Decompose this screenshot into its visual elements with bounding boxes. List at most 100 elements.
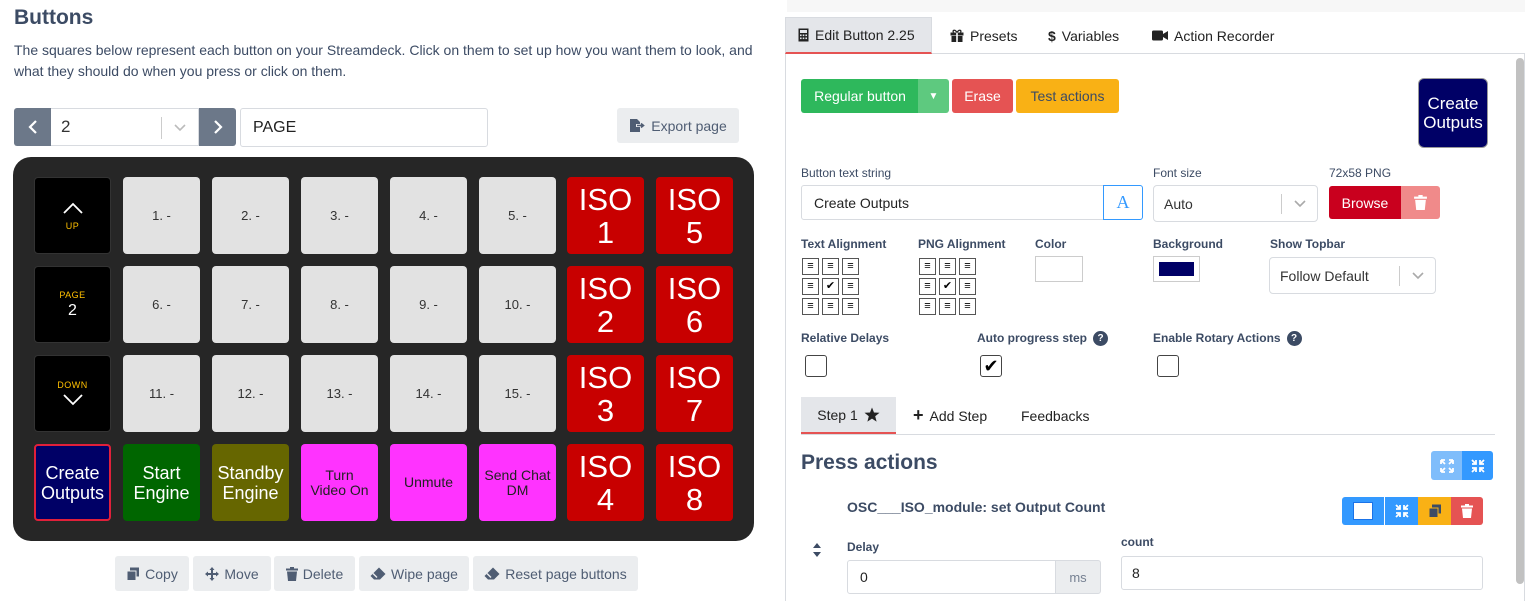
grid-key-3[interactable]: 3. - <box>301 177 378 254</box>
wipe-page-button[interactable]: Wipe page <box>359 556 469 591</box>
erase-button[interactable]: Erase <box>952 79 1013 113</box>
delete-button[interactable]: Delete <box>274 556 355 591</box>
iso-1-key[interactable]: ISO 1 <box>567 177 644 254</box>
help-icon[interactable]: ? <box>1093 331 1109 347</box>
grid-key-4[interactable]: 4. - <box>390 177 467 254</box>
send-chat-dm-key[interactable]: Send Chat DM <box>479 444 556 521</box>
trash-icon[interactable] <box>1451 497 1483 525</box>
caret-down-icon[interactable]: ▼ <box>918 79 949 113</box>
background-color-swatch[interactable] <box>1153 256 1200 282</box>
grid-key-13[interactable]: 13. - <box>301 355 378 432</box>
auto-progress-checkbox[interactable]: ✔ <box>980 355 1002 377</box>
iso-6-key[interactable]: ISO 6 <box>656 266 733 343</box>
grid-key-15[interactable]: 15. - <box>479 355 556 432</box>
tab-variables[interactable]: $ Variables <box>1036 17 1131 54</box>
expand-icon[interactable] <box>1431 451 1462 480</box>
align-left-icon[interactable]: ≡ <box>802 258 819 275</box>
compress-icon[interactable] <box>1385 497 1418 525</box>
show-topbar-select[interactable]: Follow Default <box>1269 257 1436 294</box>
align-center-icon[interactable]: ≡ <box>939 298 956 315</box>
align-center-icon[interactable]: ≡ <box>822 298 839 315</box>
create-outputs-key[interactable]: Create Outputs <box>34 444 111 521</box>
align-left-icon[interactable]: ≡ <box>919 278 936 295</box>
align-left-icon[interactable]: ≡ <box>802 278 819 295</box>
iso-3-key[interactable]: ISO 3 <box>567 355 644 432</box>
iso-5-key[interactable]: ISO 5 <box>656 177 733 254</box>
grid-key-6[interactable]: 6. - <box>123 266 200 343</box>
rotary-checkbox[interactable] <box>1157 355 1179 377</box>
text-format-icon[interactable]: A <box>1103 185 1143 220</box>
align-right-icon[interactable]: ≡ <box>842 298 859 315</box>
iso-7-key[interactable]: ISO 7 <box>656 355 733 432</box>
copy-button[interactable]: Copy <box>115 556 189 591</box>
iso-8-key[interactable]: ISO 8 <box>656 444 733 521</box>
check-icon[interactable]: ✔ <box>822 278 839 295</box>
next-page-button[interactable] <box>199 108 236 146</box>
align-right-icon[interactable]: ≡ <box>842 278 859 295</box>
delay-input[interactable] <box>847 560 1056 594</box>
text-color-swatch[interactable] <box>1035 256 1083 282</box>
show-topbar-label: Show Topbar <box>1270 237 1346 251</box>
reset-page-buttons-button[interactable]: Reset page buttons <box>473 556 638 591</box>
align-right-icon[interactable]: ≡ <box>959 278 976 295</box>
grid-key-11[interactable]: 11. - <box>123 355 200 432</box>
trash-icon[interactable] <box>1401 186 1440 219</box>
iso-key-number: 3 <box>596 392 615 428</box>
test-actions-button[interactable]: Test actions <box>1016 79 1119 113</box>
grid-key-10[interactable]: 10. - <box>479 266 556 343</box>
align-left-icon[interactable]: ≡ <box>802 298 819 315</box>
iso-key-number: 8 <box>685 481 704 517</box>
prev-page-button[interactable] <box>14 108 51 146</box>
iso-2-key[interactable]: ISO 2 <box>567 266 644 343</box>
font-size-select[interactable]: Auto <box>1153 185 1318 222</box>
drag-handle-icon[interactable] <box>812 542 822 558</box>
relative-delays-checkbox[interactable] <box>805 355 827 377</box>
move-button[interactable]: Move <box>193 556 271 591</box>
page-number-select[interactable]: 2 <box>51 108 199 146</box>
align-center-icon[interactable]: ≡ <box>822 258 839 275</box>
tab-edit-button[interactable]: Edit Button 2.25 <box>785 17 932 54</box>
grid-key-8[interactable]: 8. - <box>301 266 378 343</box>
iso-key-text: ISO <box>667 270 722 306</box>
toggle-action-switch[interactable] <box>1342 497 1384 525</box>
tab-presets[interactable]: Presets <box>938 17 1029 54</box>
align-left-icon[interactable]: ≡ <box>919 258 936 275</box>
tab-step-1[interactable]: Step 1 <box>801 397 896 434</box>
page-name-input[interactable] <box>240 108 488 147</box>
help-icon[interactable]: ? <box>1286 331 1302 347</box>
compress-icon[interactable] <box>1462 451 1493 480</box>
nav-down-key[interactable]: DOWN <box>34 355 111 432</box>
grid-key-5[interactable]: 5. - <box>479 177 556 254</box>
add-step-button[interactable]: + Add Step <box>913 397 987 434</box>
tab-action-recorder[interactable]: Action Recorder <box>1140 17 1286 54</box>
align-left-icon[interactable]: ≡ <box>919 298 936 315</box>
align-center-icon[interactable]: ≡ <box>939 258 956 275</box>
export-page-button[interactable]: Export page <box>617 108 739 143</box>
nav-up-key[interactable]: UP <box>34 177 111 254</box>
tab-feedbacks[interactable]: Feedbacks <box>1021 397 1089 434</box>
button-text-input[interactable] <box>801 185 1104 220</box>
grid-key-2[interactable]: 2. - <box>212 177 289 254</box>
grid-key-7[interactable]: 7. - <box>212 266 289 343</box>
auto-progress-text: Auto progress step <box>977 331 1088 345</box>
count-input[interactable] <box>1121 556 1483 590</box>
unmute-key[interactable]: Unmute <box>390 444 467 521</box>
align-right-icon[interactable]: ≡ <box>959 298 976 315</box>
grid-key-14[interactable]: 14. - <box>390 355 467 432</box>
align-right-icon[interactable]: ≡ <box>959 258 976 275</box>
align-right-icon[interactable]: ≡ <box>842 258 859 275</box>
browse-button[interactable]: Browse <box>1329 186 1401 219</box>
font-size-value: Auto <box>1164 195 1193 212</box>
iso-4-key[interactable]: ISO 4 <box>567 444 644 521</box>
standby-engine-key[interactable]: Standby Engine <box>212 444 289 521</box>
start-engine-key[interactable]: Start Engine <box>123 444 200 521</box>
regular-button-dropdown[interactable]: Regular button <box>801 79 919 113</box>
grid-key-12[interactable]: 12. - <box>212 355 289 432</box>
check-icon[interactable]: ✔ <box>939 278 956 295</box>
nav-page-key[interactable]: PAGE 2 <box>34 266 111 343</box>
duplicate-icon[interactable] <box>1418 497 1451 525</box>
turn-video-on-key[interactable]: Turn Video On <box>301 444 378 521</box>
scrollbar[interactable] <box>1516 58 1524 584</box>
grid-key-1[interactable]: 1. - <box>123 177 200 254</box>
grid-key-9[interactable]: 9. - <box>390 266 467 343</box>
